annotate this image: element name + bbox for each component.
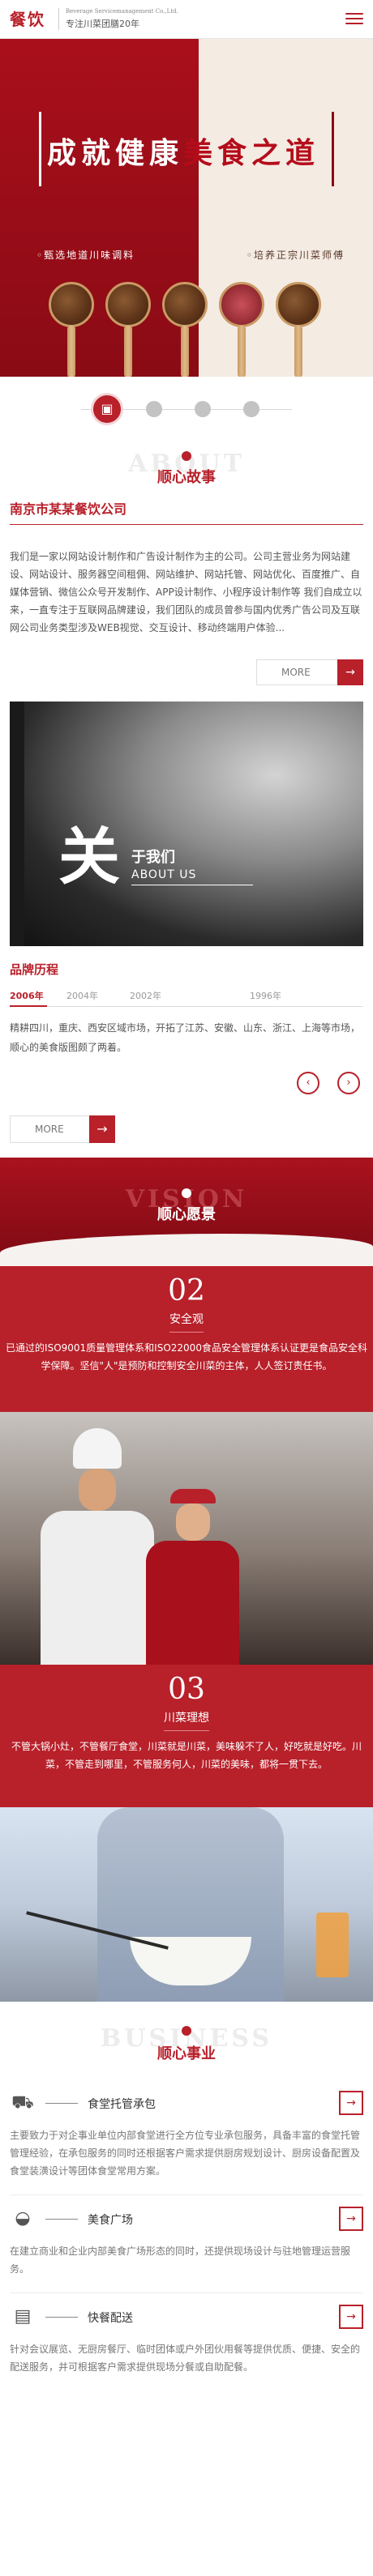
about-section-title: ABOUT 顺心故事 xyxy=(128,450,245,486)
arrow-right-icon: → xyxy=(337,659,363,685)
business-item-desc: 主要致力于对企事业单位内部食堂进行全方位专业承包服务，具备丰富的食堂托管管理经验… xyxy=(10,2130,361,2177)
logo-slogan: 专注川菜团膳20年 xyxy=(66,19,139,29)
business-item: ◒ 美食广场 → 在建立商业和企业内部美食广场形态的同时，还提供现场设计与驻地管… xyxy=(0,2195,373,2292)
business-item-name[interactable]: 快餐配送 xyxy=(88,2309,133,2326)
business-item-desc: 针对会议展览、无厨房餐厅、临时团体或户外团伙用餐等提供优质、便捷、安全的配送服务… xyxy=(10,2344,361,2373)
hamburger-menu-icon[interactable] xyxy=(345,10,363,28)
nav-dot-icon[interactable] xyxy=(195,401,211,417)
delivery-icon: ▤ xyxy=(14,2306,32,2327)
vision-card-safety: 02 安全观 已通过的ISO9001质量管理体系和ISO22000食品安全管理体… xyxy=(0,1266,373,1412)
logo[interactable]: 餐饮 xyxy=(10,6,45,30)
seal-icon xyxy=(182,1188,191,1198)
vision-section-title: VISION 顺心愿景 xyxy=(0,1158,373,1266)
arrow-right-icon[interactable]: → xyxy=(339,2305,363,2329)
nav-dot-icon[interactable] xyxy=(146,401,162,417)
arrow-right-icon[interactable]: → xyxy=(339,2207,363,2231)
tab-year-2002[interactable]: 2002年 xyxy=(130,989,161,1002)
banner-title-white: 成就健康 xyxy=(47,136,184,170)
nav-dot-icon[interactable] xyxy=(243,401,259,417)
seal-icon xyxy=(182,451,191,461)
business-item-desc: 在建立商业和企业内部美食广场形态的同时，还提供现场设计与驻地管理运营服务。 xyxy=(10,2245,351,2275)
logo-subtitle: Beverage Servicemanagement Co.,Ltd. 专注川菜… xyxy=(58,8,180,30)
about-us-image[interactable]: 关 于我们 ABOUT US xyxy=(10,702,363,946)
business-item-name[interactable]: 食堂托管承包 xyxy=(88,2096,156,2112)
next-arrow-icon[interactable]: › xyxy=(337,1072,360,1094)
page: 餐饮 Beverage Servicemanagement Co.,Ltd. 专… xyxy=(0,0,373,2576)
banner-title-red: 美食之道 xyxy=(183,136,320,170)
logo-english: Beverage Servicemanagement Co.,Ltd. xyxy=(66,8,178,15)
arrow-right-icon[interactable]: → xyxy=(339,2091,363,2115)
company-intro: 我们是一家以网站设计制作和广告设计制作为主的公司。公司主营业务为网站建设、网站设… xyxy=(10,551,362,633)
hero-banner: 成就健康美食之道 ◦甄选地道川味调料 ◦培养正宗川菜师傅 xyxy=(0,39,373,377)
about-more-button[interactable]: MORE → xyxy=(256,659,363,685)
spice-spoons-image xyxy=(49,282,341,377)
category-icon-row: ▣ xyxy=(0,377,373,441)
restaurant-icon[interactable]: ▣ xyxy=(91,393,123,425)
banner-tags: ◦甄选地道川味调料 ◦培养正宗川菜师傅 xyxy=(36,248,345,262)
business-section-title: BUSINESS 顺心事业 xyxy=(100,2024,273,2062)
history-more-button[interactable]: MORE → xyxy=(10,1115,115,1143)
tab-year-2004[interactable]: 2004年 xyxy=(66,989,98,1002)
vision-card-ideal: 03 川菜理想 不管大锅小灶，不管餐厅食堂，川菜就是川菜，美味躲不了人，好吃就是… xyxy=(0,1665,373,1807)
business-item: ▤ 快餐配送 → 针对会议展览、无厨房餐厅、临时团体或户外团伙用餐等提供优质、便… xyxy=(0,2293,373,2390)
banner-title: 成就健康美食之道 xyxy=(47,130,319,172)
site-header: 餐饮 Beverage Servicemanagement Co.,Ltd. 专… xyxy=(0,0,373,39)
truck-icon: ⛟ xyxy=(11,2092,34,2113)
seal-icon xyxy=(182,2026,191,2036)
tab-year-2006[interactable]: 2006年 xyxy=(10,989,44,1002)
tab-year-1996[interactable]: 1996年 xyxy=(250,989,281,1002)
arrow-right-icon: → xyxy=(89,1115,115,1143)
company-name: 南京市某某餐饮公司 xyxy=(10,498,363,525)
prev-arrow-icon[interactable]: ‹ xyxy=(297,1072,319,1094)
history-text: 精耕四川，重庆、西安区域市场，开拓了江苏、安徽、山东、浙江、上海等市场，顺心的美… xyxy=(10,1022,361,1053)
year-tabs: 2006年 2004年 2002年 1996年 xyxy=(10,989,363,1007)
banner-tag-right: ◦培养正宗川菜师傅 xyxy=(246,249,345,261)
bowl-icon: ◒ xyxy=(15,2208,31,2228)
history-title: 品牌历程 xyxy=(10,962,59,977)
business-item: ⛟ 食堂托管承包 → 主要致力于对企事业单位内部食堂进行全方位专业承包服务，具备… xyxy=(0,2079,373,2194)
business-item-name[interactable]: 美食广场 xyxy=(88,2211,133,2228)
banner-tag-left: ◦甄选地道川味调料 xyxy=(36,249,135,261)
chef-waiter-photo xyxy=(0,1412,373,1665)
dining-photo xyxy=(0,1807,373,2002)
